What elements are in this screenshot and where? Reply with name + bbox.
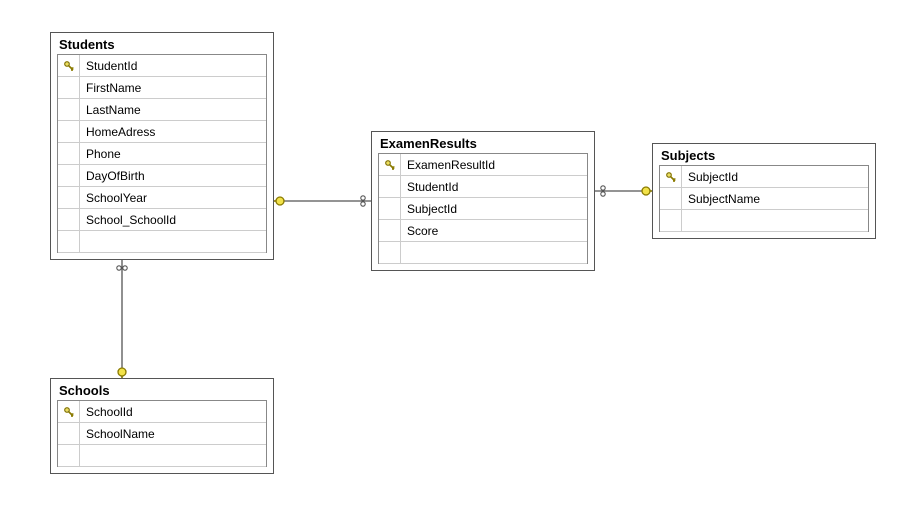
table-students[interactable]: Students StudentId FirstName LastName HomeAd… <box>50 32 274 260</box>
key-icon <box>62 59 76 73</box>
table-row[interactable]: SchoolId <box>58 401 266 423</box>
column-name: SchoolId <box>80 405 266 419</box>
column-name: Score <box>401 224 587 238</box>
key-icon <box>664 170 678 184</box>
table-row[interactable]: FirstName <box>58 77 266 99</box>
table-title: Subjects <box>653 144 875 165</box>
column-name: ExamenResultId <box>401 158 587 172</box>
column-name: SchoolYear <box>80 191 266 205</box>
column-name: SchoolName <box>80 427 266 441</box>
table-title: ExamenResults <box>372 132 594 153</box>
table-columns: SchoolId SchoolName <box>57 400 267 467</box>
column-name: SubjectId <box>682 170 868 184</box>
key-cell-empty <box>660 188 682 209</box>
primary-key-icon <box>58 401 80 422</box>
table-columns: SubjectId SubjectName <box>659 165 869 232</box>
table-row[interactable]: ExamenResultId <box>379 154 587 176</box>
table-row[interactable]: Score <box>379 220 587 242</box>
key-cell-empty <box>58 77 80 98</box>
table-title: Schools <box>51 379 273 400</box>
table-row[interactable]: StudentId <box>58 55 266 77</box>
key-cell-empty <box>379 198 401 219</box>
key-cell-empty <box>379 220 401 241</box>
column-name: HomeAdress <box>80 125 266 139</box>
key-cell-empty <box>379 176 401 197</box>
table-columns: ExamenResultId StudentId SubjectId Score <box>378 153 588 264</box>
column-name: School_SchoolId <box>80 213 266 227</box>
column-name: StudentId <box>401 180 587 194</box>
column-name: SubjectName <box>682 192 868 206</box>
table-row[interactable]: HomeAdress <box>58 121 266 143</box>
table-row[interactable]: LastName <box>58 99 266 121</box>
table-row-blank <box>58 445 266 467</box>
table-title: Students <box>51 33 273 54</box>
table-row-blank <box>379 242 587 264</box>
key-cell-empty <box>58 99 80 120</box>
table-row[interactable]: SubjectId <box>379 198 587 220</box>
key-cell-empty <box>58 445 80 466</box>
key-cell-empty <box>58 209 80 230</box>
key-icon <box>383 158 397 172</box>
primary-key-icon <box>58 55 80 76</box>
table-row[interactable]: StudentId <box>379 176 587 198</box>
table-row[interactable]: DayOfBirth <box>58 165 266 187</box>
column-name: DayOfBirth <box>80 169 266 183</box>
column-name: FirstName <box>80 81 266 95</box>
column-name: SubjectId <box>401 202 587 216</box>
key-cell-empty <box>58 187 80 208</box>
er-diagram-canvas: Students StudentId FirstName LastName HomeAd… <box>0 0 920 505</box>
table-row[interactable]: School_SchoolId <box>58 209 266 231</box>
table-columns: StudentId FirstName LastName HomeAdress Phon… <box>57 54 267 253</box>
key-cell-empty <box>379 242 401 263</box>
key-cell-empty <box>58 121 80 142</box>
table-row-blank <box>660 210 868 232</box>
key-cell-empty <box>58 231 80 252</box>
key-cell-empty <box>58 143 80 164</box>
table-row[interactable]: Phone <box>58 143 266 165</box>
table-row[interactable]: SchoolName <box>58 423 266 445</box>
column-name: LastName <box>80 103 266 117</box>
table-subjects[interactable]: Subjects SubjectId SubjectName <box>652 143 876 239</box>
table-row[interactable]: SubjectId <box>660 166 868 188</box>
key-cell-empty <box>660 210 682 231</box>
column-name: StudentId <box>80 59 266 73</box>
table-schools[interactable]: Schools SchoolId SchoolName <box>50 378 274 474</box>
table-examenResults[interactable]: ExamenResults ExamenResultId StudentId Subj… <box>371 131 595 271</box>
primary-key-icon <box>379 154 401 175</box>
key-cell-empty <box>58 423 80 444</box>
table-row-blank <box>58 231 266 253</box>
key-cell-empty <box>58 165 80 186</box>
table-row[interactable]: SubjectName <box>660 188 868 210</box>
column-name: Phone <box>80 147 266 161</box>
primary-key-icon <box>660 166 682 187</box>
table-row[interactable]: SchoolYear <box>58 187 266 209</box>
key-icon <box>62 405 76 419</box>
